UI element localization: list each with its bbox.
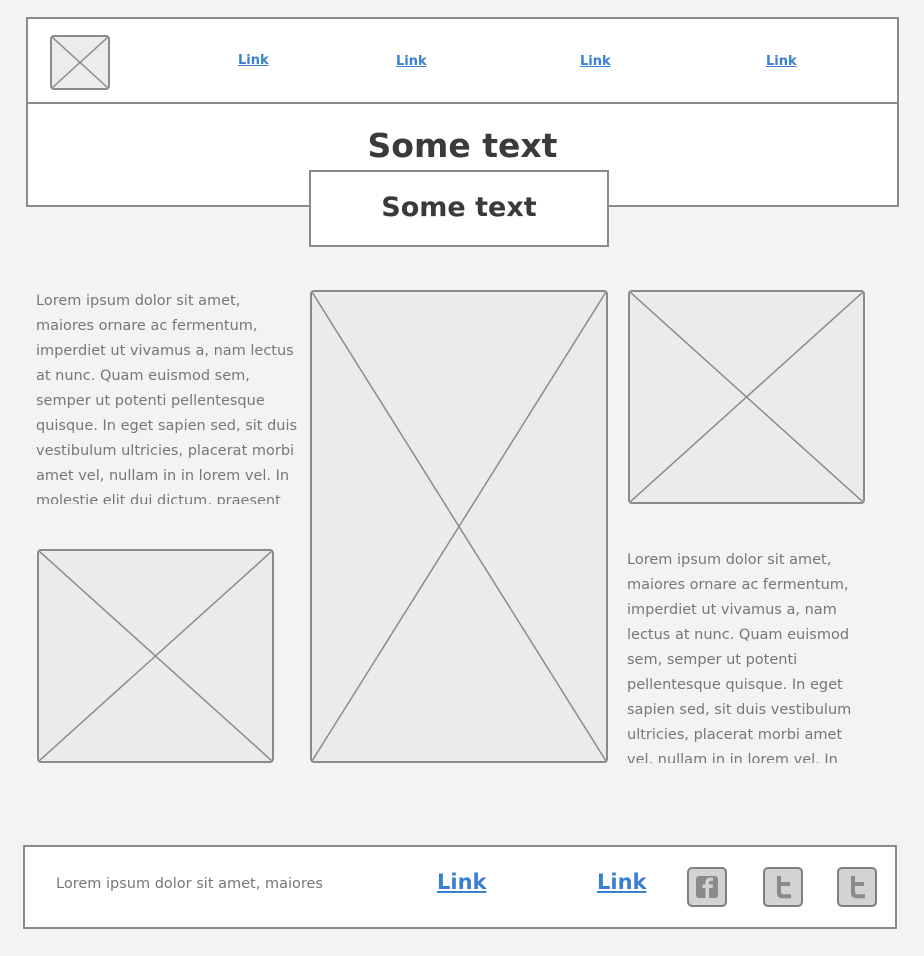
nav-link-2[interactable]: Link [396, 54, 427, 69]
right-image-placeholder-icon [628, 290, 865, 504]
header-divider [28, 102, 897, 104]
logo-image-placeholder-icon[interactable] [50, 35, 110, 90]
subtitle-box: Some text [309, 170, 609, 247]
nav-link-1[interactable]: Link [238, 53, 269, 68]
facebook-icon[interactable] [687, 867, 727, 907]
footer-link-2[interactable]: Link [597, 870, 647, 894]
twitter-icon[interactable] [837, 867, 877, 907]
center-image-placeholder-icon [310, 290, 608, 763]
footer-text: Lorem ipsum dolor sit amet, maiores [56, 876, 323, 892]
page-title: Some text [367, 126, 558, 165]
twitter-icon[interactable] [763, 867, 803, 907]
nav-link-4[interactable]: Link [766, 54, 797, 69]
right-paragraph: Lorem ipsum dolor sit amet, maiores orna… [627, 552, 852, 763]
nav-link-3[interactable]: Link [580, 54, 611, 69]
left-paragraph: Lorem ipsum dolor sit amet, maiores orna… [36, 293, 298, 504]
footer-link-1[interactable]: Link [437, 870, 487, 894]
subtitle: Some text [381, 192, 537, 223]
left-image-placeholder-icon [37, 549, 274, 763]
